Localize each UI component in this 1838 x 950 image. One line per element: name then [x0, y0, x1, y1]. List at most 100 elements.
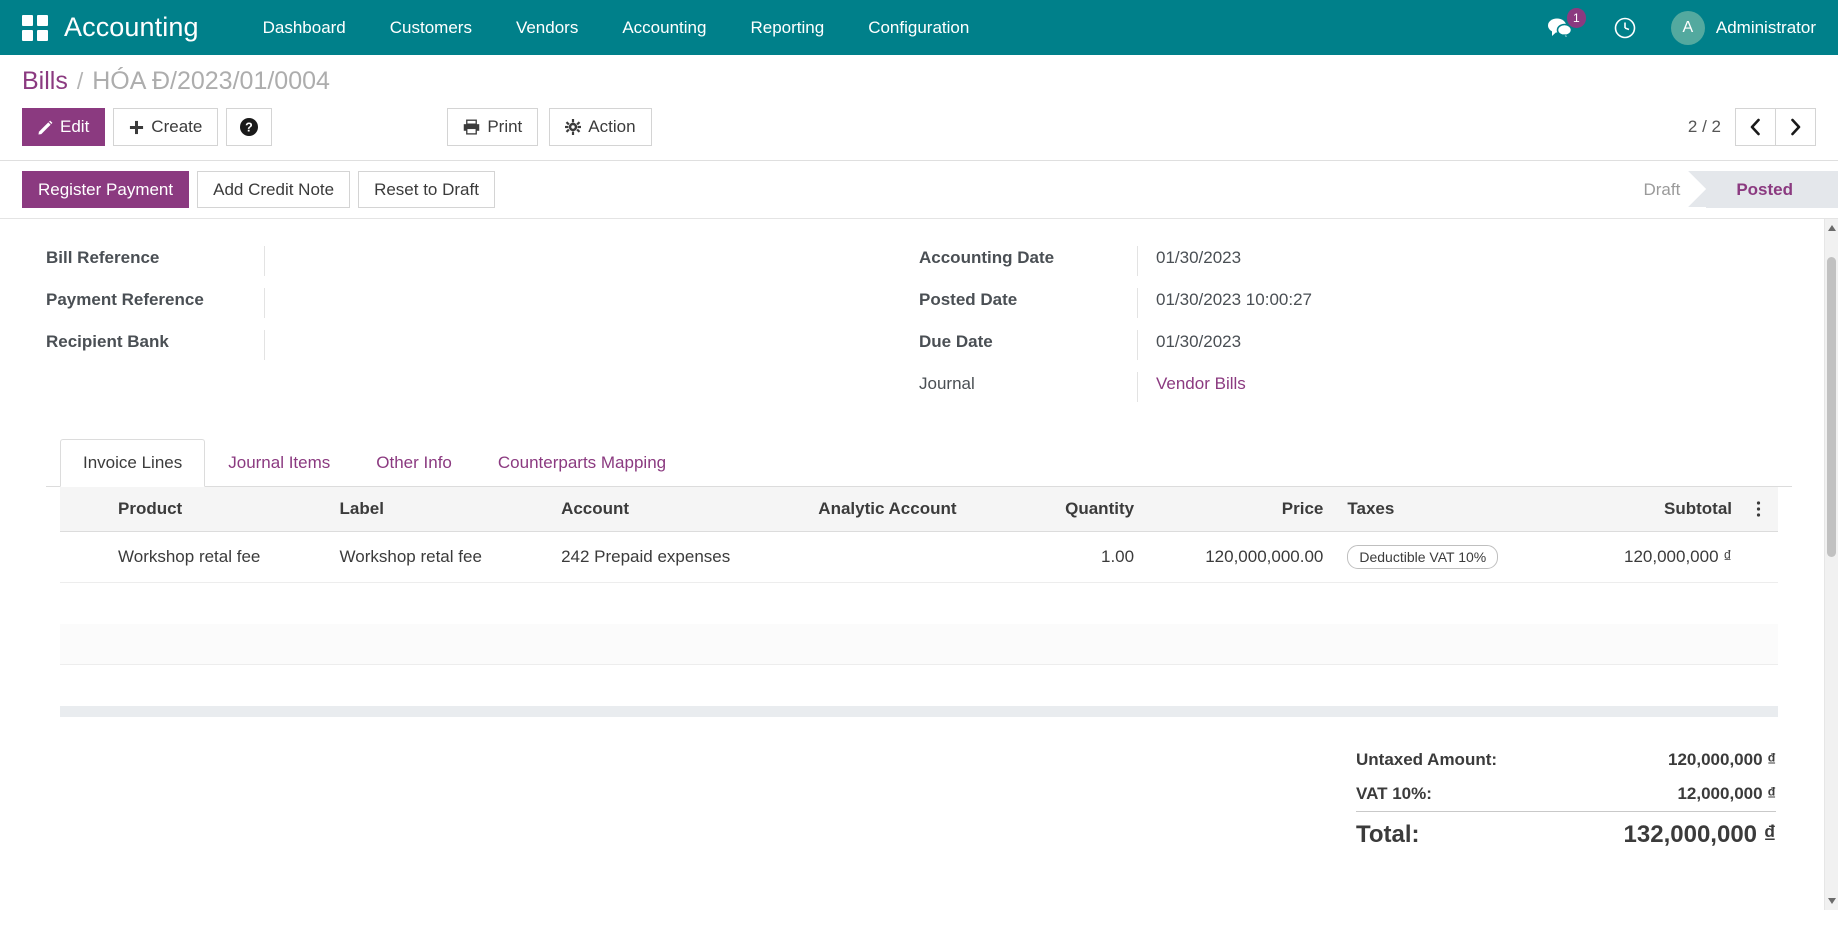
cell-label[interactable]: Workshop retal fee [328, 532, 550, 583]
navbar-right: 1 A Administrator [1527, 11, 1816, 45]
menu-item-vendors[interactable]: Vendors [494, 10, 600, 46]
tab-counterparts-mapping[interactable]: Counterparts Mapping [475, 439, 689, 487]
control-panel: Bills / HÓA Đ/2023/01/0004 Edit Create ? [0, 55, 1838, 161]
menu-item-accounting[interactable]: Accounting [600, 10, 728, 46]
menu-item-configuration[interactable]: Configuration [846, 10, 991, 46]
scroll-down-arrow-icon[interactable] [1828, 898, 1836, 904]
total-grand-label: Total: [1356, 821, 1420, 849]
field-value-accounting-date[interactable]: 01/30/2023 [1137, 246, 1792, 276]
field-accounting-date: Accounting Date 01/30/2023 [919, 241, 1792, 283]
field-label-due-date: Due Date [919, 330, 1137, 352]
cell-subtotal[interactable]: 120,000,000 ₫ [1568, 532, 1744, 583]
pager-buttons [1735, 108, 1816, 146]
main-menu: Dashboard Customers Vendors Accounting R… [241, 10, 992, 46]
apps-grid-icon[interactable] [22, 15, 48, 41]
page-vertical-scrollbar[interactable] [1825, 219, 1838, 910]
action-button-label: Action [588, 117, 635, 137]
scroll-up-arrow-icon[interactable] [1828, 225, 1836, 231]
field-label-posted-date: Posted Date [919, 288, 1137, 310]
cell-taxes[interactable]: Deductible VAT 10% [1335, 532, 1568, 583]
table-header-row: Product Label Account Analytic Account Q… [60, 487, 1778, 532]
pager: 2 / 2 [1688, 108, 1816, 146]
column-header-label[interactable]: Label [328, 487, 550, 532]
menu-item-customers[interactable]: Customers [368, 10, 494, 46]
statusbar-buttons: Register Payment Add Credit Note Reset t… [22, 171, 495, 208]
notebook-tabs: Invoice Lines Journal Items Other Info C… [46, 439, 1792, 487]
chevron-right-icon [1789, 118, 1802, 136]
optional-columns-toggle[interactable] [1744, 487, 1778, 532]
pager-next-button[interactable] [1775, 108, 1816, 146]
cell-product[interactable]: Workshop retal fee [106, 532, 328, 583]
pager-value: 2 / 2 [1688, 117, 1721, 137]
cell-analytic-account[interactable] [806, 532, 1022, 583]
field-value-payment-reference[interactable] [264, 288, 889, 318]
reset-to-draft-button[interactable]: Reset to Draft [358, 171, 495, 208]
field-posted-date: Posted Date 01/30/2023 10:00:27 [919, 283, 1792, 325]
action-button[interactable]: Action [549, 108, 651, 146]
pencil-icon [38, 120, 53, 135]
field-label-payment-reference: Payment Reference [46, 288, 264, 310]
field-value-posted-date[interactable]: 01/30/2023 10:00:27 [1137, 288, 1792, 318]
edit-button[interactable]: Edit [22, 108, 105, 146]
tab-other-info[interactable]: Other Info [353, 439, 475, 487]
breadcrumb: Bills / HÓA Đ/2023/01/0004 [22, 67, 1816, 96]
tab-journal-items[interactable]: Journal Items [205, 439, 353, 487]
menu-item-dashboard[interactable]: Dashboard [241, 10, 368, 46]
help-button[interactable]: ? [226, 108, 272, 146]
plus-icon [129, 120, 144, 135]
field-bill-reference: Bill Reference [46, 241, 889, 283]
column-header-price[interactable]: Price [1146, 487, 1335, 532]
field-label-recipient-bank: Recipient Bank [46, 330, 264, 352]
field-label-accounting-date: Accounting Date [919, 246, 1137, 268]
scrollbar-thumb[interactable] [1827, 257, 1836, 557]
column-header-subtotal[interactable]: Subtotal [1568, 487, 1744, 532]
column-header-account[interactable]: Account [549, 487, 806, 532]
cell-quantity[interactable]: 1.00 [1022, 532, 1146, 583]
status-badge-posted[interactable]: Posted [1706, 171, 1838, 208]
total-untaxed-amount: Untaxed Amount: 120,000,000 ₫ [1356, 743, 1776, 777]
field-value-recipient-bank[interactable] [264, 330, 889, 360]
breadcrumb-item-bills[interactable]: Bills [22, 67, 68, 96]
total-vat-label: VAT 10%: [1356, 784, 1432, 804]
create-button[interactable]: Create [113, 108, 218, 146]
add-credit-note-button[interactable]: Add Credit Note [197, 171, 350, 208]
cell-account[interactable]: 242 Prepaid expenses [549, 532, 806, 583]
total-untaxed-amount-value: 120,000,000 ₫ [1668, 750, 1776, 770]
messages-count-badge: 1 [1567, 8, 1586, 28]
field-value-bill-reference[interactable] [264, 246, 889, 276]
app-brand-accounting[interactable]: Accounting [64, 12, 199, 43]
printer-icon [463, 119, 480, 135]
field-journal: Journal Vendor Bills [919, 367, 1792, 409]
user-menu[interactable]: A Administrator [1657, 11, 1816, 45]
table-row[interactable]: Workshop retal fee Workshop retal fee 24… [60, 532, 1778, 583]
cell-price[interactable]: 120,000,000.00 [1146, 532, 1335, 583]
row-handle[interactable] [60, 532, 106, 583]
total-grand-value: 132,000,000 ₫ [1624, 821, 1776, 849]
invoice-lines-body: Workshop retal fee Workshop retal fee 24… [60, 532, 1778, 706]
column-header-handle [60, 487, 106, 532]
tab-invoice-lines[interactable]: Invoice Lines [60, 439, 205, 487]
lines-horizontal-scrollbar[interactable] [60, 706, 1778, 717]
column-header-taxes[interactable]: Taxes [1335, 487, 1568, 532]
field-due-date: Due Date 01/30/2023 [919, 325, 1792, 367]
activity-menu[interactable] [1593, 16, 1657, 40]
chevron-left-icon [1749, 118, 1762, 136]
column-header-analytic-account[interactable]: Analytic Account [806, 487, 1022, 532]
menu-item-reporting[interactable]: Reporting [728, 10, 846, 46]
print-button-label: Print [487, 117, 522, 137]
register-payment-button[interactable]: Register Payment [22, 171, 189, 208]
totals-table: Untaxed Amount: 120,000,000 ₫ VAT 10%: 1… [1356, 743, 1776, 856]
field-value-due-date[interactable]: 01/30/2023 [1137, 330, 1792, 360]
print-button[interactable]: Print [447, 108, 538, 146]
column-header-quantity[interactable]: Quantity [1022, 487, 1146, 532]
field-value-journal[interactable]: Vendor Bills [1137, 372, 1792, 402]
field-label-journal: Journal [919, 372, 1137, 394]
create-button-label: Create [151, 117, 202, 137]
table-empty-row [60, 665, 1778, 706]
field-label-bill-reference: Bill Reference [46, 246, 264, 268]
messages-menu[interactable]: 1 [1527, 17, 1593, 39]
column-header-product[interactable]: Product [106, 487, 328, 532]
pager-previous-button[interactable] [1735, 108, 1776, 146]
control-panel-buttons: Edit Create ? Print [22, 108, 1816, 146]
total-untaxed-amount-label: Untaxed Amount: [1356, 750, 1497, 770]
